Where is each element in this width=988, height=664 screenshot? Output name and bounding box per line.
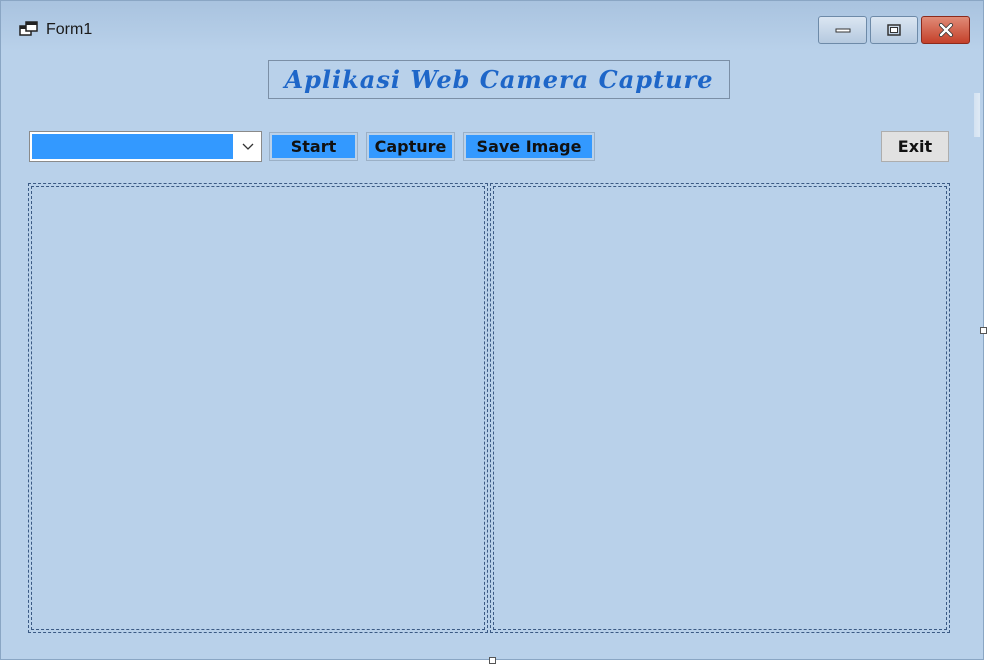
minimize-button[interactable] — [818, 16, 867, 44]
resize-handle-right[interactable] — [980, 327, 987, 334]
close-icon — [938, 23, 953, 37]
capture-button[interactable]: Capture — [366, 132, 455, 161]
title-bar[interactable]: Form1 — [1, 1, 983, 51]
start-button[interactable]: Start — [269, 132, 358, 161]
window-title: Form1 — [46, 21, 93, 38]
scroll-highlight — [974, 93, 980, 137]
form-window-icon — [19, 21, 38, 36]
chevron-down-icon[interactable] — [241, 141, 255, 151]
camera-select[interactable] — [29, 131, 262, 162]
save-image-button-label: Save Image — [466, 135, 592, 158]
capture-button-label: Capture — [369, 135, 452, 158]
close-button[interactable] — [921, 16, 970, 44]
exit-button[interactable]: Exit — [881, 131, 949, 162]
captured-image-box — [490, 183, 950, 633]
camera-select-value — [32, 134, 233, 159]
minimize-icon — [835, 28, 850, 33]
app-title-label: Aplikasi Web Camera Capture — [268, 60, 730, 99]
maximize-button[interactable] — [870, 16, 918, 44]
form-window: Form1 Aplikasi Web Camera Capture Start — [0, 0, 984, 660]
camera-preview-box — [28, 183, 488, 633]
start-button-label: Start — [272, 135, 355, 158]
save-image-button[interactable]: Save Image — [463, 132, 595, 161]
resize-handle-bottom[interactable] — [489, 657, 496, 664]
maximize-icon — [887, 24, 901, 36]
